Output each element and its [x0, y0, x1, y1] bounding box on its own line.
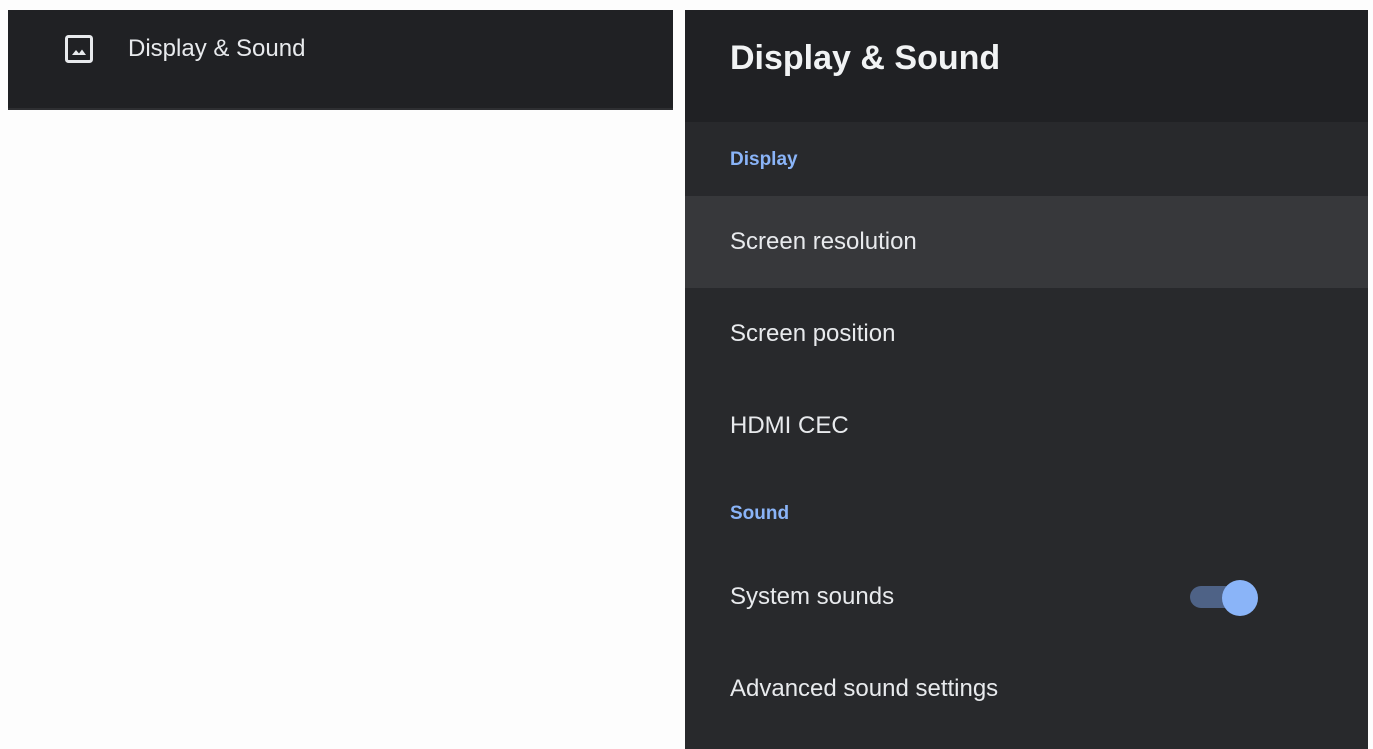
setting-label: HDMI CEC [730, 412, 849, 439]
setting-row-advanced-sound-settings[interactable]: Advanced sound settings [685, 643, 1368, 735]
left-menu-empty-area [8, 112, 673, 749]
page-title: Display & Sound [730, 39, 1001, 77]
menu-item-display-sound[interactable]: Display & Sound [8, 10, 673, 110]
setting-label: System sounds [730, 583, 895, 610]
setting-label: Advanced sound settings [730, 675, 999, 702]
toggle-thumb [1222, 580, 1258, 616]
section-header-sound: Sound [730, 503, 790, 524]
settings-panel: Display & Sound Display Screen resolutio… [685, 10, 1368, 749]
setting-row-system-sounds[interactable]: System sounds [685, 551, 1368, 643]
section-header-display: Display [730, 149, 798, 170]
image-icon [63, 33, 95, 65]
system-sounds-toggle[interactable] [1190, 580, 1258, 616]
menu-item-label: Display & Sound [128, 35, 306, 62]
setting-label: Screen position [730, 320, 896, 347]
setting-label: Screen resolution [730, 228, 917, 255]
setting-row-screen-resolution[interactable]: Screen resolution [685, 196, 1368, 288]
setting-row-hdmi-cec[interactable]: HDMI CEC [685, 380, 1368, 472]
setting-row-screen-position[interactable]: Screen position [685, 288, 1368, 380]
panel-header: Display & Sound [685, 10, 1368, 122]
screen: Display & Sound Display & Sound Display … [0, 0, 1373, 749]
